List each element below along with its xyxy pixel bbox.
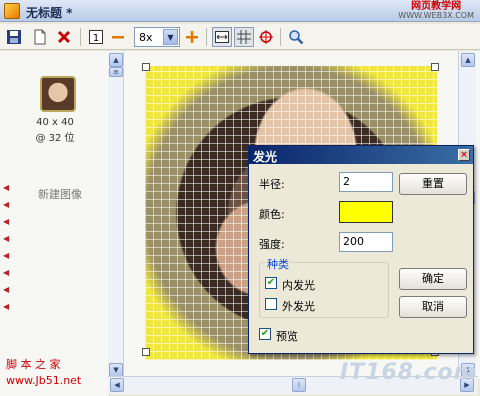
selection-handle[interactable] bbox=[142, 348, 150, 356]
thumbnail-size-label: 40 x 40 bbox=[36, 117, 74, 128]
svg-text:1: 1 bbox=[93, 33, 99, 44]
watermark-top-line1: 网页教学网 bbox=[411, 1, 462, 12]
toolbar-separator bbox=[80, 28, 81, 46]
site-watermark: 脚 本 之 家 www.Jb51.net bbox=[6, 357, 81, 389]
crosshair-icon[interactable] bbox=[256, 27, 276, 47]
reset-button[interactable]: 重置 bbox=[399, 173, 467, 195]
fit-width-icon[interactable] bbox=[212, 27, 232, 47]
dialog-title-bar[interactable]: 发光 × bbox=[249, 146, 473, 164]
toolbar: 1 8x ▼ bbox=[0, 24, 480, 50]
dialog-title: 发光 bbox=[253, 150, 278, 164]
color-label: 颜色: bbox=[259, 208, 285, 221]
save-icon[interactable] bbox=[4, 27, 24, 47]
scroll-up-icon[interactable]: ▲ bbox=[461, 53, 475, 67]
image-list-panel: 40 x 40 @ 32 位 新建图像 ◀ ◀ ◀ ◀ ◀ ◀ ◀ ◀ 脚 本 … bbox=[0, 51, 110, 396]
scroll-down-icon[interactable]: ▼ bbox=[109, 363, 123, 377]
panel-arrow-markers: ◀ ◀ ◀ ◀ ◀ ◀ ◀ ◀ bbox=[3, 179, 9, 315]
app-icon bbox=[4, 3, 20, 19]
arrow-left-icon: ◀ bbox=[3, 234, 10, 243]
zoom-out-icon[interactable] bbox=[108, 27, 128, 47]
title-bar: 无标题 * 网页教学网 WWW.WEB3X.COM bbox=[0, 0, 480, 22]
selection-handle[interactable] bbox=[431, 63, 439, 71]
close-icon[interactable]: × bbox=[458, 149, 470, 161]
window-title: 无标题 * bbox=[26, 6, 73, 20]
preview-label: 预览 bbox=[276, 330, 298, 343]
cancel-button[interactable]: 取消 bbox=[399, 296, 467, 318]
color-picker-swatch[interactable] bbox=[339, 201, 393, 223]
watermark-top-line2: WWW.WEB3X.COM bbox=[398, 11, 474, 20]
arrow-left-icon: ◀ bbox=[3, 183, 10, 192]
inner-glow-label: 内发光 bbox=[282, 279, 315, 292]
group-title: 种类 bbox=[265, 256, 291, 272]
arrow-left-icon: ◀ bbox=[3, 285, 10, 294]
scroll-left-icon[interactable]: ◀ bbox=[110, 378, 124, 392]
scroll-thumb[interactable]: ⁞ bbox=[292, 378, 306, 392]
thumbnail-bitdepth-label: @ 32 位 bbox=[35, 133, 75, 144]
site-watermark-line2: www.Jb51.net bbox=[6, 374, 82, 387]
strength-input[interactable]: 200 bbox=[339, 232, 393, 252]
bottom-watermark: IT168.com bbox=[340, 360, 478, 385]
arrow-left-icon: ◀ bbox=[3, 217, 10, 226]
new-document-icon[interactable] bbox=[30, 27, 50, 47]
zoom-in-icon[interactable] bbox=[182, 27, 202, 47]
zoom-select[interactable]: 8x ▼ bbox=[134, 27, 180, 47]
scroll-up-icon[interactable]: ▲ bbox=[109, 53, 123, 67]
preview-checkbox[interactable]: ✔ bbox=[259, 328, 271, 340]
toolbar-separator bbox=[280, 28, 281, 46]
search-icon[interactable] bbox=[286, 27, 306, 47]
arrow-left-icon: ◀ bbox=[3, 200, 10, 209]
scroll-thumb[interactable]: ≡ bbox=[109, 67, 123, 77]
grid-icon[interactable] bbox=[234, 27, 254, 47]
watermark-top: 网页教学网 WWW.WEB3X.COM bbox=[398, 1, 474, 21]
arrow-left-icon: ◀ bbox=[3, 268, 10, 277]
chevron-down-icon[interactable]: ▼ bbox=[163, 29, 178, 45]
selection-handle[interactable] bbox=[142, 63, 150, 71]
toolbar-separator bbox=[206, 28, 207, 46]
arrow-left-icon: ◀ bbox=[3, 302, 10, 311]
glow-dialog: 发光 × 半径: 2 颜色: 强度: 200 重置 种类 ✔ 内发光 外发光 ✔… bbox=[248, 145, 474, 354]
delete-icon[interactable] bbox=[54, 27, 74, 47]
site-watermark-line1: 脚 本 之 家 bbox=[6, 358, 61, 371]
inner-glow-checkbox[interactable]: ✔ bbox=[265, 277, 277, 289]
ok-button[interactable]: 确定 bbox=[399, 268, 467, 290]
outer-glow-checkbox[interactable] bbox=[265, 298, 277, 310]
actual-size-button[interactable]: 1 bbox=[86, 27, 106, 47]
zoom-value: 8x bbox=[139, 31, 153, 44]
strength-label: 强度: bbox=[259, 238, 285, 251]
radius-input[interactable]: 2 bbox=[339, 172, 393, 192]
radius-label: 半径: bbox=[259, 178, 285, 191]
vertical-scrollbar-left[interactable]: ▲ ≡ ▼ bbox=[108, 51, 124, 381]
outer-glow-label: 外发光 bbox=[282, 300, 315, 313]
new-image-button[interactable]: 新建图像 bbox=[0, 186, 120, 202]
arrow-left-icon: ◀ bbox=[3, 251, 10, 260]
image-thumbnail[interactable] bbox=[40, 76, 76, 112]
